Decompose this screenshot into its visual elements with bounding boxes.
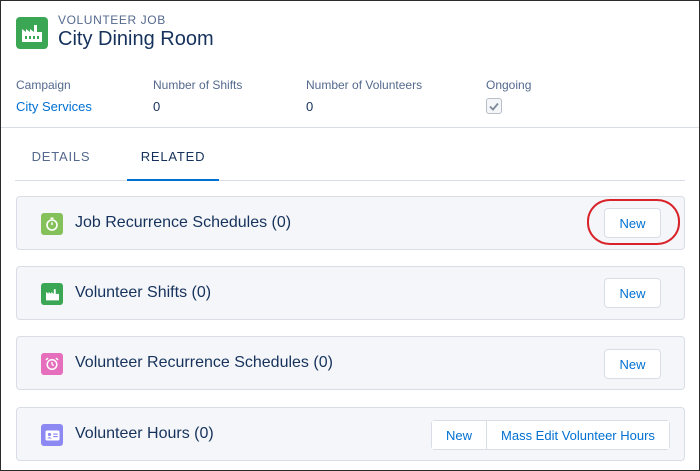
record-page: Volunteer Job City Dining Room Campaign … <box>0 0 700 471</box>
object-type-label: Volunteer Job <box>58 13 166 27</box>
factory-icon <box>41 283 63 305</box>
field-number-of-volunteers: Number of Volunteers 0 <box>306 78 422 114</box>
new-job-recurrence-schedule-button[interactable]: New <box>604 208 661 238</box>
related-list-title: Volunteer Shifts (0) <box>75 284 212 301</box>
alarm-clock-icon <box>41 353 63 375</box>
record-tabs: DETAILS RELATED <box>15 149 685 181</box>
field-campaign: Campaign City Services <box>16 78 92 114</box>
new-volunteer-hours-button[interactable]: New <box>432 421 487 449</box>
field-label: Campaign <box>16 78 71 92</box>
related-list-title: Job Recurrence Schedules (0) <box>75 214 292 231</box>
related-list-title: Volunteer Recurrence Schedules (0) <box>75 354 333 371</box>
factory-icon <box>16 17 48 49</box>
mass-edit-volunteer-hours-button[interactable]: Mass Edit Volunteer Hours <box>486 421 669 449</box>
field-number-of-shifts: Number of Shifts 0 <box>153 78 242 114</box>
volunteer-hours-button-group: New Mass Edit Volunteer Hours <box>431 420 670 450</box>
related-list-volunteer-hours: Volunteer Hours (0) New Mass Edit Volunt… <box>16 407 685 461</box>
contact-card-icon <box>41 424 63 446</box>
record-header: Volunteer Job City Dining Room Campaign … <box>1 1 699 128</box>
related-list-title: Volunteer Hours (0) <box>75 425 214 442</box>
campaign-link[interactable]: City Services <box>16 99 92 114</box>
field-label: Ongoing <box>486 78 532 92</box>
related-list-job-recurrence-schedules: Job Recurrence Schedules (0) New <box>16 196 685 250</box>
stopwatch-icon <box>41 213 63 235</box>
field-label: Number of Volunteers <box>306 78 423 92</box>
field-value: 0 <box>153 99 161 114</box>
ongoing-checkbox <box>486 98 502 114</box>
new-volunteer-recurrence-schedule-button[interactable]: New <box>604 349 661 379</box>
related-list-volunteer-recurrence-schedules: Volunteer Recurrence Schedules (0) New <box>16 336 685 390</box>
tab-related[interactable]: RELATED <box>127 149 219 181</box>
field-label: Number of Shifts <box>153 78 243 92</box>
new-volunteer-shift-button[interactable]: New <box>604 278 661 308</box>
tab-details[interactable]: DETAILS <box>31 149 91 180</box>
checkmark-icon <box>489 102 499 111</box>
related-list-volunteer-shifts: Volunteer Shifts (0) New <box>16 266 685 320</box>
field-ongoing: Ongoing <box>486 78 531 114</box>
page-title: City Dining Room <box>58 28 214 50</box>
field-value: 0 <box>306 99 314 114</box>
